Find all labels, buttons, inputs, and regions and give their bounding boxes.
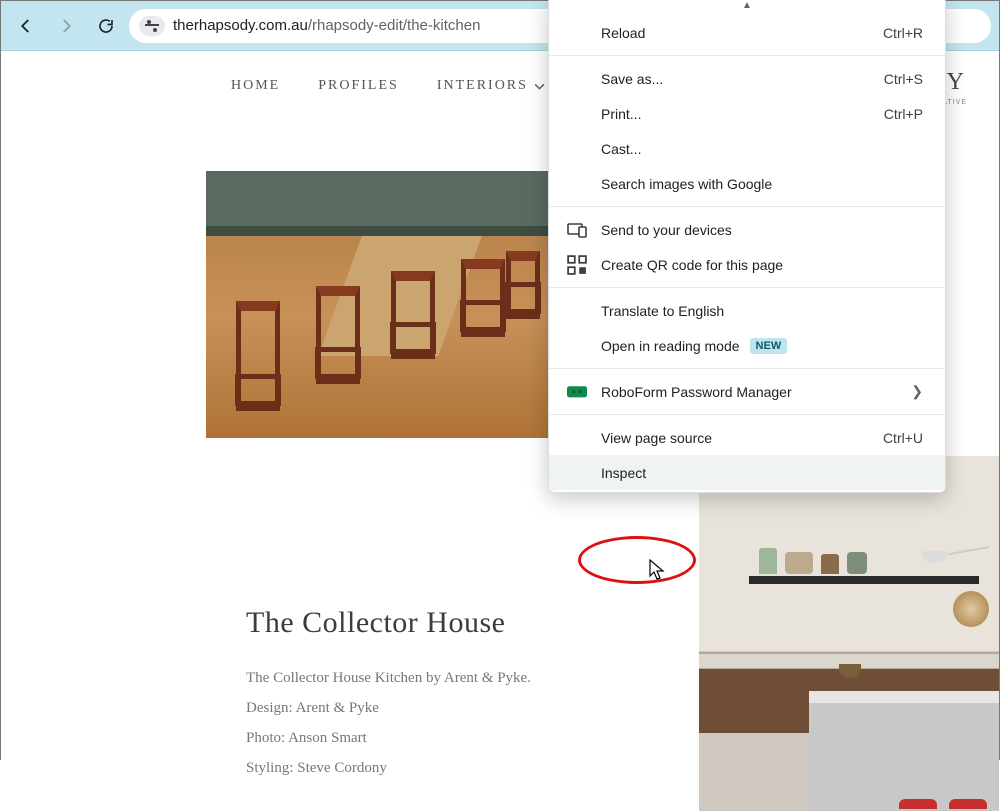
- ctx-label: Send to your devices: [601, 222, 732, 238]
- ctx-search-images[interactable]: Search images with Google: [549, 166, 945, 201]
- ctx-separator: [549, 55, 945, 56]
- ctx-separator: [549, 206, 945, 207]
- arrow-left-icon: [17, 17, 35, 35]
- ctx-label: Cast...: [601, 141, 641, 157]
- ctx-shortcut: Ctrl+U: [883, 430, 923, 446]
- article-title: The Collector House: [246, 606, 531, 640]
- chevron-right-icon: ❯: [911, 383, 923, 400]
- ctx-label: Create QR code for this page: [601, 257, 783, 273]
- ctx-shortcut: Ctrl+P: [884, 106, 923, 122]
- hero-image: [206, 171, 560, 438]
- ctx-save-as[interactable]: Save as... Ctrl+S: [549, 61, 945, 96]
- ctx-label: RoboForm Password Manager: [601, 384, 792, 400]
- ctx-print[interactable]: Print... Ctrl+P: [549, 96, 945, 131]
- url-text: therhapsody.com.au/rhapsody-edit/the-kit…: [173, 17, 480, 34]
- secondary-image: [699, 456, 999, 811]
- ctx-cast[interactable]: Cast...: [549, 131, 945, 166]
- nav-home[interactable]: HOME: [231, 78, 280, 94]
- chevron-down-icon: [534, 81, 545, 92]
- url-host: therhapsody.com.au: [173, 17, 308, 34]
- context-menu: ▲ Reload Ctrl+R Save as... Ctrl+S Print...…: [548, 0, 946, 493]
- ctx-label: Print...: [601, 106, 641, 122]
- qr-icon: [567, 256, 587, 274]
- ctx-inspect[interactable]: Inspect: [549, 455, 945, 490]
- new-badge: NEW: [750, 338, 788, 354]
- ctx-label: View page source: [601, 430, 712, 446]
- ctx-separator: [549, 287, 945, 288]
- forward-button[interactable]: [49, 9, 83, 43]
- roboform-icon: [567, 383, 587, 401]
- ctx-shortcut: Ctrl+R: [883, 25, 923, 41]
- article-line: Photo: Anson Smart: [246, 726, 531, 750]
- ctx-view-source[interactable]: View page source Ctrl+U: [549, 420, 945, 455]
- ctx-separator: [549, 368, 945, 369]
- devices-icon: [567, 221, 587, 239]
- nav-interiors-label: INTERIORS: [437, 78, 528, 94]
- ctx-label: Search images with Google: [601, 176, 772, 192]
- reload-button[interactable]: [89, 9, 123, 43]
- reload-icon: [97, 17, 115, 35]
- ctx-qr-code[interactable]: Create QR code for this page: [549, 247, 945, 282]
- article-line: Design: Arent & Pyke: [246, 696, 531, 720]
- back-button[interactable]: [9, 9, 43, 43]
- ctx-label: Translate to English: [601, 303, 724, 319]
- ctx-roboform[interactable]: RoboForm Password Manager ❯: [549, 374, 945, 409]
- arrow-right-icon: [57, 17, 75, 35]
- nav-interiors[interactable]: INTERIORS: [437, 78, 545, 94]
- ctx-reload[interactable]: Reload Ctrl+R: [549, 15, 945, 50]
- menu-scroll-up-icon[interactable]: ▲: [549, 1, 945, 15]
- site-info-icon[interactable]: [139, 16, 165, 36]
- ctx-translate[interactable]: Translate to English: [549, 293, 945, 328]
- ctx-send-to-devices[interactable]: Send to your devices: [549, 212, 945, 247]
- ctx-label: Open in reading mode: [601, 338, 740, 354]
- article-line: The Collector House Kitchen by Arent & P…: [246, 666, 531, 690]
- article-body: The Collector House The Collector House …: [246, 606, 531, 786]
- ctx-separator: [549, 414, 945, 415]
- ctx-reading-mode[interactable]: Open in reading mode NEW: [549, 328, 945, 363]
- ctx-label: Inspect: [601, 465, 646, 481]
- url-path: /rhapsody-edit/the-kitchen: [308, 17, 481, 34]
- ctx-label: Save as...: [601, 71, 663, 87]
- ctx-label: Reload: [601, 25, 645, 41]
- ctx-shortcut: Ctrl+S: [884, 71, 923, 87]
- nav-profiles[interactable]: PROFILES: [318, 78, 399, 94]
